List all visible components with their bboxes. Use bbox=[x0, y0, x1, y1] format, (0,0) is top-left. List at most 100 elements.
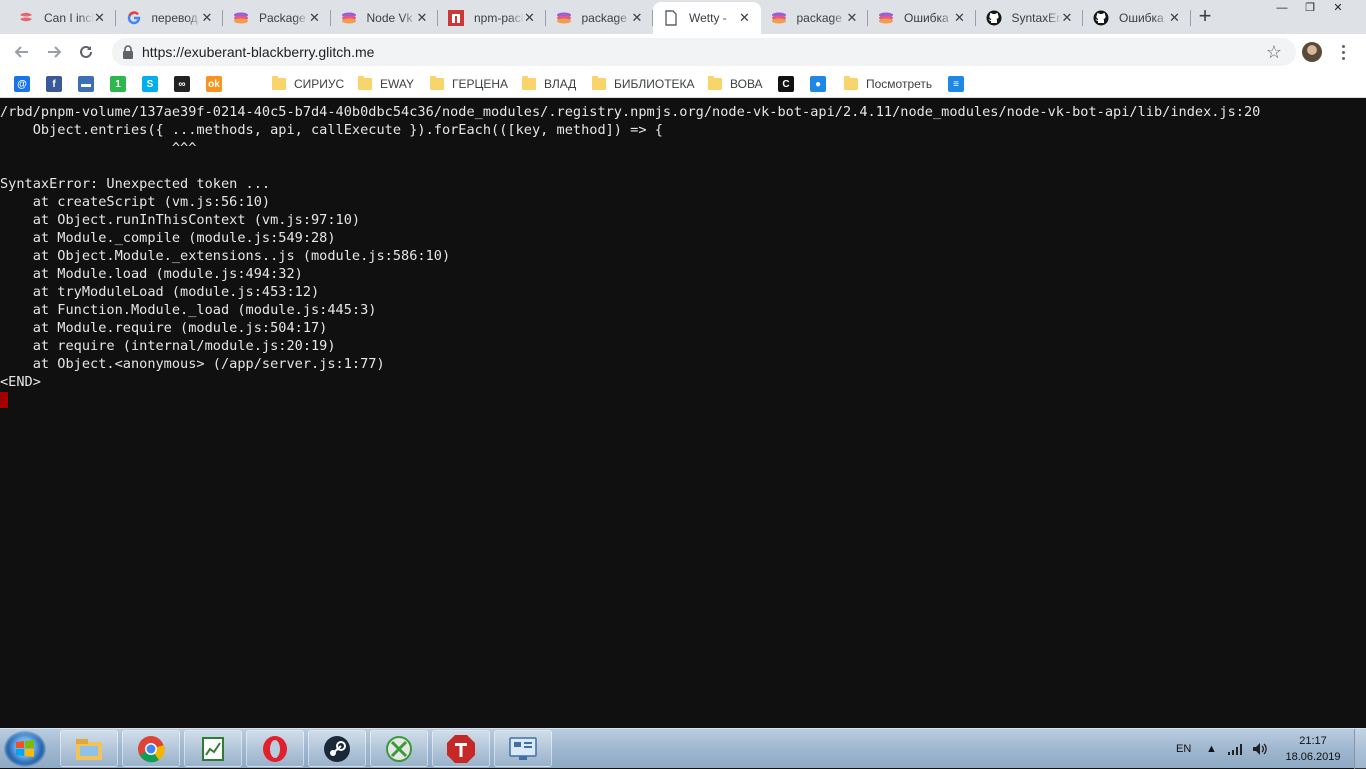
url-text[interactable]: https://exuberant-blackberry.glitch.me bbox=[142, 44, 374, 60]
close-tab-icon[interactable]: ✕ bbox=[629, 10, 645, 26]
restore-button[interactable]: ❐ bbox=[1296, 0, 1324, 18]
taskbar-app-button[interactable] bbox=[370, 730, 428, 767]
bookmark-folder[interactable]: ВОВА bbox=[708, 75, 763, 93]
bookmark-item[interactable]: C bbox=[778, 75, 794, 93]
github-icon bbox=[986, 10, 1002, 26]
google-icon bbox=[126, 10, 142, 26]
taskbar-app-button[interactable] bbox=[246, 730, 304, 767]
browser-tab[interactable]: Can I include✕ bbox=[8, 2, 116, 34]
skype-icon: S bbox=[142, 76, 158, 92]
windows-taskbar: EN ▲ 21:17 18.06.2019 bbox=[0, 728, 1366, 769]
bookmark-star-icon[interactable]: ☆ bbox=[1266, 42, 1282, 63]
folder-icon bbox=[272, 76, 286, 90]
tab-title: package bbox=[581, 11, 627, 25]
show-desktop-button[interactable] bbox=[1354, 729, 1366, 769]
close-tab-icon[interactable]: ✕ bbox=[199, 10, 215, 26]
close-tab-icon[interactable]: ✕ bbox=[737, 10, 753, 26]
close-tab-icon[interactable]: ✕ bbox=[844, 10, 860, 26]
control-panel-icon bbox=[508, 736, 538, 762]
browser-tab[interactable]: SyntaxError✕ bbox=[976, 2, 1083, 34]
terminal-line: /rbd/pnpm-volume/137ae39f-0214-40c5-b7d4… bbox=[0, 104, 1261, 120]
browser-tab[interactable]: Ошибка ✕ bbox=[1083, 2, 1191, 34]
bookmark-folder[interactable]: БИБЛИОТЕКА bbox=[592, 75, 695, 93]
close-tab-icon[interactable]: ✕ bbox=[307, 10, 323, 26]
tab-title: перевод bbox=[151, 11, 198, 25]
taskbar-app-button[interactable] bbox=[122, 730, 180, 767]
profile-avatar[interactable] bbox=[1302, 42, 1322, 62]
close-tab-icon[interactable]: ✕ bbox=[414, 10, 430, 26]
minimize-button[interactable]: — bbox=[1268, 0, 1296, 18]
bookmark-item[interactable]: @ bbox=[14, 75, 30, 93]
taskbar-app-button[interactable] bbox=[184, 730, 242, 767]
chrome-icon bbox=[137, 735, 165, 763]
bookmark-item[interactable]: 1 bbox=[110, 75, 126, 93]
bookmark-item[interactable]: S bbox=[142, 75, 158, 93]
bookmark-folder[interactable]: EWAY bbox=[358, 75, 414, 93]
close-tab-icon[interactable]: ✕ bbox=[522, 10, 538, 26]
bookmark-item[interactable]: ▬ bbox=[78, 75, 94, 93]
bookmark-folder[interactable]: ГЕРЦЕНА bbox=[430, 75, 508, 93]
browser-tab[interactable]: Wetty - ✕ bbox=[653, 2, 761, 34]
browser-tab[interactable]: Ошибка ✕ bbox=[868, 2, 976, 34]
reload-button[interactable] bbox=[74, 40, 98, 64]
bookmark-label: EWAY bbox=[380, 77, 415, 91]
tab-title: Ошибка bbox=[904, 11, 949, 25]
close-tab-icon[interactable]: ✕ bbox=[952, 10, 968, 26]
bookmark-item[interactable]: ● bbox=[810, 75, 826, 93]
browser-menu-button[interactable] bbox=[1338, 41, 1348, 63]
bookmark-folder[interactable]: Посмотреть bbox=[844, 75, 932, 93]
close-window-button[interactable]: ✕ bbox=[1324, 0, 1352, 18]
forward-button[interactable] bbox=[42, 40, 66, 64]
bookmark-item[interactable]: ok bbox=[206, 75, 222, 93]
tab-title: Can I include bbox=[44, 11, 94, 25]
close-tab-icon[interactable]: ✕ bbox=[92, 10, 108, 26]
clock-date: 18.06.2019 bbox=[1285, 751, 1341, 763]
new-tab-button[interactable]: + bbox=[1194, 5, 1216, 28]
mail-icon: @ bbox=[14, 76, 30, 92]
tab-separator bbox=[1189, 10, 1191, 26]
language-indicator[interactable]: EN bbox=[1176, 729, 1191, 769]
tab-title: Package bbox=[259, 11, 306, 25]
close-tab-icon[interactable]: ✕ bbox=[1167, 10, 1183, 26]
bookmark-folder[interactable]: СИРИУС bbox=[272, 75, 344, 93]
terminal-line: at Module._compile (module.js:549:28) bbox=[0, 230, 336, 246]
bookmark-folder[interactable]: ВЛАД bbox=[522, 75, 576, 93]
taskbar-app-button[interactable] bbox=[60, 730, 118, 767]
bookmark-item[interactable]: ≡ bbox=[948, 75, 964, 93]
address-bar[interactable]: https://exuberant-blackberry.glitch.me ☆ bbox=[112, 38, 1296, 66]
browser-tab[interactable]: npm-package✕ bbox=[438, 2, 546, 34]
close-tab-icon[interactable]: ✕ bbox=[1059, 10, 1075, 26]
browser-tab[interactable]: Package ✕ bbox=[223, 2, 331, 34]
taskbar-app-button[interactable] bbox=[494, 730, 552, 767]
lock-icon[interactable] bbox=[122, 45, 134, 59]
taskbar-app-button[interactable] bbox=[308, 730, 366, 767]
bookmark-item[interactable]: ∞ bbox=[174, 75, 190, 93]
show-hidden-icons-button[interactable]: ▲ bbox=[1206, 729, 1217, 769]
back-button[interactable] bbox=[10, 40, 34, 64]
facebook-icon: f bbox=[46, 76, 62, 92]
folder-icon bbox=[708, 76, 722, 90]
network-icon[interactable] bbox=[1228, 729, 1244, 769]
opera-icon bbox=[261, 735, 289, 763]
bookmark-label: ГЕРЦЕНА bbox=[452, 77, 509, 91]
bookmark-item[interactable]: f bbox=[46, 75, 62, 93]
page-icon bbox=[663, 10, 679, 26]
start-button[interactable] bbox=[4, 731, 46, 767]
terminal-output[interactable]: /rbd/pnpm-volume/137ae39f-0214-40c5-b7d4… bbox=[0, 103, 1352, 728]
browser-tab[interactable]: перевод ✕ bbox=[116, 2, 223, 34]
volume-icon[interactable] bbox=[1252, 729, 1268, 769]
stack-icon bbox=[878, 10, 894, 26]
stack-icon bbox=[771, 10, 787, 26]
window-controls: — ❐ ✕ bbox=[1268, 0, 1352, 20]
browser-tab[interactable]: package ✕ bbox=[761, 2, 868, 34]
forward-arrow-icon bbox=[48, 46, 62, 58]
system-clock[interactable]: 21:17 18.06.2019 bbox=[1280, 733, 1346, 765]
browser-tab[interactable]: Node Vk ✕ bbox=[331, 2, 438, 34]
terminal-line: at Object.Module._extensions..js (module… bbox=[0, 248, 451, 264]
terminal-scrollbar[interactable] bbox=[1352, 103, 1366, 728]
terminal-line: Object.entries({ ...methods, api, callEx… bbox=[0, 122, 663, 138]
infinity-icon: ∞ bbox=[174, 76, 190, 92]
xbox-icon bbox=[385, 735, 413, 763]
browser-tab[interactable]: package ✕ bbox=[546, 2, 653, 34]
taskbar-app-button[interactable] bbox=[432, 730, 490, 767]
